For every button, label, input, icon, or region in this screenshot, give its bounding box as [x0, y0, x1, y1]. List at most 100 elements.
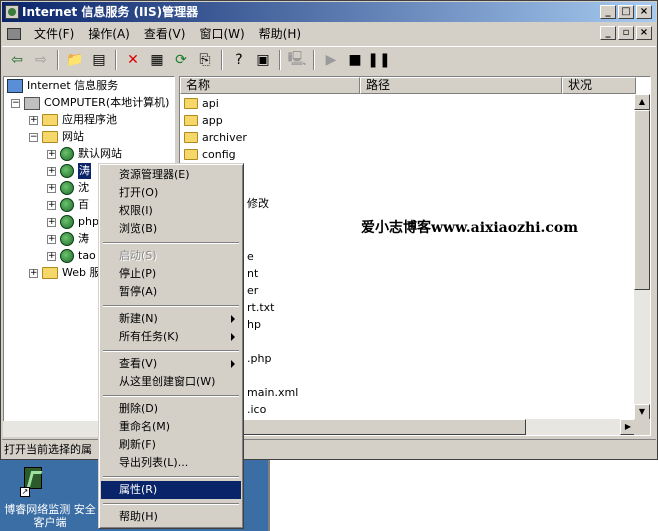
console-icon[interactable]: ▣ — [252, 49, 274, 71]
context-menu-item[interactable]: 刷新(F) — [101, 436, 241, 454]
expand-icon[interactable]: + — [47, 166, 56, 176]
context-menu-item[interactable]: 停止(P) — [101, 265, 241, 283]
column-status[interactable]: 状况 — [562, 77, 636, 94]
list-item[interactable]: archiver — [184, 129, 247, 146]
vertical-scrollbar[interactable]: ▲ ▼ — [634, 94, 650, 420]
content-list-pane[interactable]: 名称 路径 状况 api app archiver config 修改 e nt… — [179, 76, 651, 436]
context-menu-item[interactable]: 浏览(B) — [101, 220, 241, 238]
column-name[interactable]: 名称 — [180, 77, 360, 94]
computer-icon[interactable]: 🖳 — [286, 49, 308, 71]
context-menu-item[interactable]: 所有任务(K) — [101, 328, 241, 346]
list-item[interactable]: rt.txt — [247, 299, 274, 316]
menu-bar: 文件(F) 操作(A) 查看(V) 窗口(W) 帮助(H) _ ▫ × — [2, 24, 656, 44]
context-menu-item[interactable]: 查看(V) — [101, 355, 241, 373]
horizontal-scrollbar[interactable]: ◀ ▶ — [180, 419, 636, 435]
list-item[interactable]: 修改 — [247, 194, 269, 211]
column-path[interactable]: 路径 — [360, 77, 562, 94]
context-menu-item[interactable]: 删除(D) — [101, 400, 241, 418]
menu-action[interactable]: 操作(A) — [81, 25, 137, 43]
expand-icon[interactable]: + — [47, 149, 56, 159]
stop-icon[interactable]: ■ — [344, 49, 366, 71]
list-item[interactable]: e — [247, 248, 254, 265]
scroll-thumb[interactable] — [634, 110, 650, 290]
export-icon[interactable]: ⎘ — [194, 49, 216, 71]
expand-icon[interactable]: + — [29, 115, 38, 125]
context-menu-item[interactable]: 权限(I) — [101, 202, 241, 220]
delete-icon[interactable]: ✕ — [122, 49, 144, 71]
context-menu-item[interactable]: 暂停(A) — [101, 283, 241, 301]
scroll-down-icon[interactable]: ▼ — [634, 404, 650, 420]
website-globe-icon — [60, 164, 74, 178]
menu-window[interactable]: 窗口(W) — [192, 25, 251, 43]
list-item[interactable]: app — [184, 112, 223, 129]
tree-item-websites[interactable]: − 网站 — [29, 129, 84, 145]
tree-item-site[interactable]: + 默认网站 — [47, 146, 122, 162]
expand-icon[interactable]: + — [29, 268, 38, 278]
tree-item-app-pool[interactable]: + 应用程序池 — [29, 112, 117, 128]
console-menu-icon[interactable] — [5, 26, 23, 42]
context-menu-item[interactable]: 帮助(H) — [101, 508, 241, 526]
context-menu-item[interactable]: 资源管理器(E) — [101, 166, 241, 184]
list-item[interactable]: .php — [247, 350, 271, 367]
tree-item-computer[interactable]: − COMPUTER(本地计算机) — [11, 95, 169, 111]
list-item[interactable]: main.xml — [247, 384, 298, 401]
properties-icon[interactable]: ▦ — [146, 49, 168, 71]
tree-item-web-ext[interactable]: + Web 服 — [29, 265, 100, 281]
context-menu-item[interactable]: 新建(N) — [101, 310, 241, 328]
play-icon[interactable]: ▶ — [320, 49, 342, 71]
help-icon[interactable]: ? — [228, 49, 250, 71]
context-menu-item[interactable]: 从这里创建窗口(W) — [101, 373, 241, 391]
maximize-button[interactable]: □ — [618, 5, 634, 19]
menu-file[interactable]: 文件(F) — [27, 25, 81, 43]
tree-item-site[interactable]: + tao — [47, 248, 96, 264]
title-bar[interactable]: Internet 信息服务 (IIS)管理器 _ □ × — [2, 2, 656, 22]
scroll-up-icon[interactable]: ▲ — [634, 94, 650, 110]
toolbar-separator — [221, 49, 223, 70]
tree-item-site[interactable]: + 沈 — [47, 180, 89, 196]
refresh-icon[interactable]: ⟳ — [170, 49, 192, 71]
expand-icon[interactable]: + — [47, 183, 56, 193]
desktop-icon-label[interactable]: 博睿网络监测 安全 客户端 — [0, 503, 100, 529]
context-menu-item[interactable]: 打开(O) — [101, 184, 241, 202]
tree-item-site[interactable]: + 涛 — [47, 231, 89, 247]
monitor-app-icon[interactable]: ↗ — [20, 467, 46, 497]
website-globe-icon — [60, 181, 74, 195]
expand-icon[interactable]: + — [47, 234, 56, 244]
back-icon[interactable]: ⇦ — [6, 49, 28, 71]
context-menu-item[interactable]: 重命名(M) — [101, 418, 241, 436]
expand-icon[interactable]: + — [47, 251, 56, 261]
expand-icon[interactable]: + — [47, 217, 56, 227]
menu-separator — [101, 346, 241, 355]
show-tree-icon[interactable]: ▤ — [88, 49, 110, 71]
tree-item-site-selected[interactable]: + 涛 — [47, 163, 91, 179]
mdi-restore-button[interactable]: ▫ — [618, 26, 634, 40]
iis-icon — [7, 79, 23, 93]
collapse-icon[interactable]: − — [11, 98, 20, 108]
tree-item-site[interactable]: + php — [47, 214, 99, 230]
context-menu-item[interactable]: 导出列表(L)... — [101, 454, 241, 472]
list-item[interactable]: config — [184, 146, 236, 163]
list-item[interactable]: hp — [247, 316, 261, 333]
menu-separator — [101, 238, 241, 247]
status-text: 打开当前选择的属 — [4, 443, 92, 456]
scroll-corner — [634, 419, 650, 435]
list-item[interactable]: nt — [247, 265, 258, 282]
list-item[interactable]: .ico — [247, 401, 266, 418]
up-folder-icon[interactable]: 📁 — [64, 49, 86, 71]
menu-help[interactable]: 帮助(H) — [252, 25, 308, 43]
list-item[interactable]: er — [247, 282, 258, 299]
tree-item-root[interactable]: Internet 信息服务 — [7, 78, 118, 94]
context-menu-item[interactable]: 属性(R) — [101, 481, 241, 499]
mdi-minimize-button[interactable]: _ — [600, 26, 616, 40]
pause-icon[interactable]: ❚❚ — [367, 49, 390, 71]
list-item[interactable]: api — [184, 95, 219, 112]
minimize-button[interactable]: _ — [600, 5, 616, 19]
tree-item-site[interactable]: + 百 — [47, 197, 89, 213]
forward-icon[interactable]: ⇨ — [30, 49, 52, 71]
menu-view[interactable]: 查看(V) — [137, 25, 193, 43]
close-button[interactable]: × — [636, 5, 652, 19]
expand-icon[interactable]: + — [47, 200, 56, 210]
scroll-thumb[interactable] — [196, 419, 526, 435]
mdi-close-button[interactable]: × — [636, 26, 652, 40]
collapse-icon[interactable]: − — [29, 132, 38, 142]
